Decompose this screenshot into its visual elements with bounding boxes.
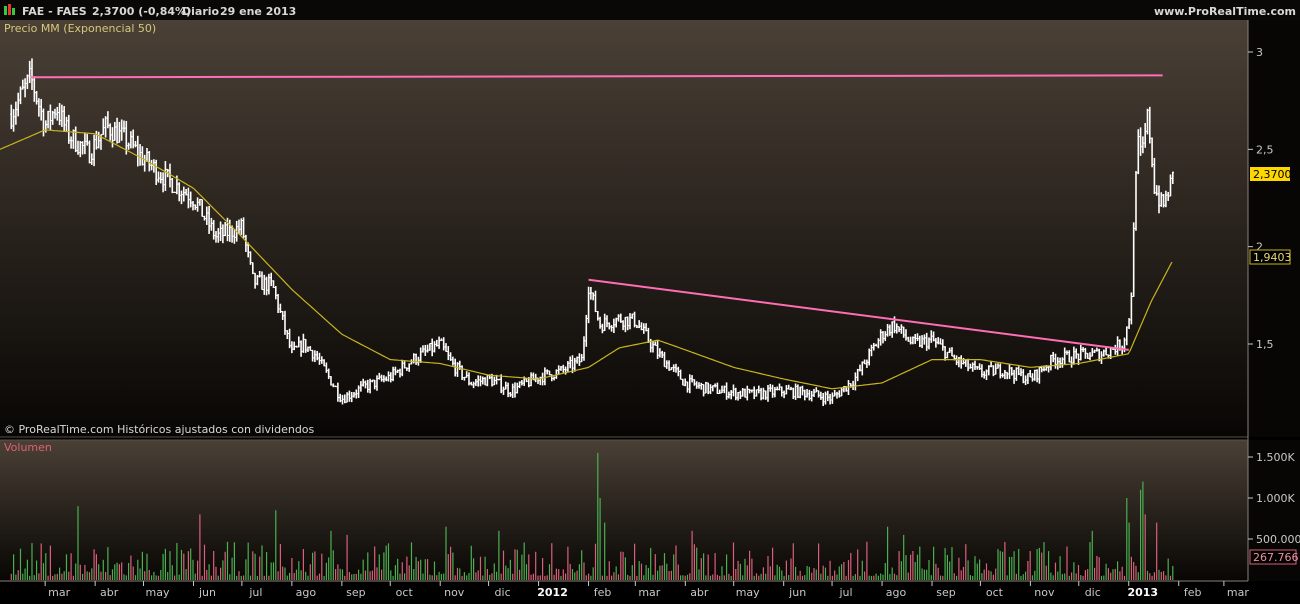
time-tick-label: jun	[788, 586, 806, 599]
chart-root: FAE - FAES 2,3700 (-0,84%) Diario 29 ene…	[0, 0, 1300, 600]
last-price-tag-text: 2,3700	[1253, 168, 1292, 181]
time-tick-label: ago	[296, 586, 317, 599]
volume-label: Volumen	[4, 441, 52, 454]
time-tick-label: jul	[248, 586, 262, 599]
time-tick-label: ago	[886, 586, 907, 599]
volume-tick-label: 1.000K	[1256, 492, 1295, 505]
time-tick-label: sep	[346, 586, 365, 599]
header-icon-green-2	[12, 8, 15, 15]
ticker-label: FAE - FAES	[22, 5, 87, 18]
last-volume-tag: 267.766	[1249, 549, 1299, 565]
time-tick-label: feb	[594, 586, 612, 599]
time-tick-label: dic	[495, 586, 511, 599]
time-tick-label: may	[146, 586, 170, 599]
time-tick-label: sep	[936, 586, 955, 599]
time-tick-label: 2012	[537, 586, 568, 599]
ema-tag-text: 1,9403	[1253, 251, 1292, 264]
volume-panel-bg	[0, 440, 1248, 581]
price-tick-label: 3	[1256, 46, 1263, 59]
last-volume-tag-text: 267.766	[1253, 551, 1299, 564]
time-tick-label: abr	[690, 586, 709, 599]
volume-tick-label: 500.000	[1256, 533, 1300, 546]
header-icon-red	[8, 4, 11, 15]
quote-label: 2,3700 (-0,84%)	[92, 5, 191, 18]
price-axis-bg	[1248, 20, 1300, 437]
time-tick-label: dic	[1085, 586, 1101, 599]
time-tick-label: abr	[100, 586, 119, 599]
last-price-tag: 2,3700	[1250, 167, 1292, 181]
price-tick-label: 1,5	[1256, 338, 1274, 351]
indicator-label: Precio MM (Exponencial 50)	[4, 22, 156, 35]
header-icon-green	[4, 6, 7, 15]
time-tick-label: jun	[198, 586, 216, 599]
time-tick-label: nov	[1034, 586, 1055, 599]
time-tick-label: oct	[986, 586, 1004, 599]
time-tick-label: nov	[444, 586, 465, 599]
time-tick-label: mar	[638, 586, 660, 599]
chart-svg: FAE - FAES 2,3700 (-0,84%) Diario 29 ene…	[0, 0, 1300, 599]
time-tick-label: mar	[48, 586, 70, 599]
volume-tick-label: 1.500K	[1256, 451, 1295, 464]
date-label: 29 ene 2013	[220, 5, 296, 18]
period-label: Diario	[182, 5, 220, 18]
time-tick-label: 2013	[1127, 586, 1158, 599]
time-tick-label: may	[736, 586, 760, 599]
time-tick-label: mar	[1227, 586, 1249, 599]
time-tick-label: jul	[839, 586, 853, 599]
site-link[interactable]: www.ProRealTime.com	[1154, 5, 1296, 18]
ema-tag: 1,9403	[1249, 249, 1292, 265]
price-panel-bg	[0, 20, 1248, 437]
time-tick-label: oct	[396, 586, 414, 599]
copyright-label: © ProRealTime.com Históricos ajustados c…	[4, 423, 315, 436]
price-tick-label: 2,5	[1256, 143, 1274, 156]
time-tick-label: feb	[1184, 586, 1202, 599]
